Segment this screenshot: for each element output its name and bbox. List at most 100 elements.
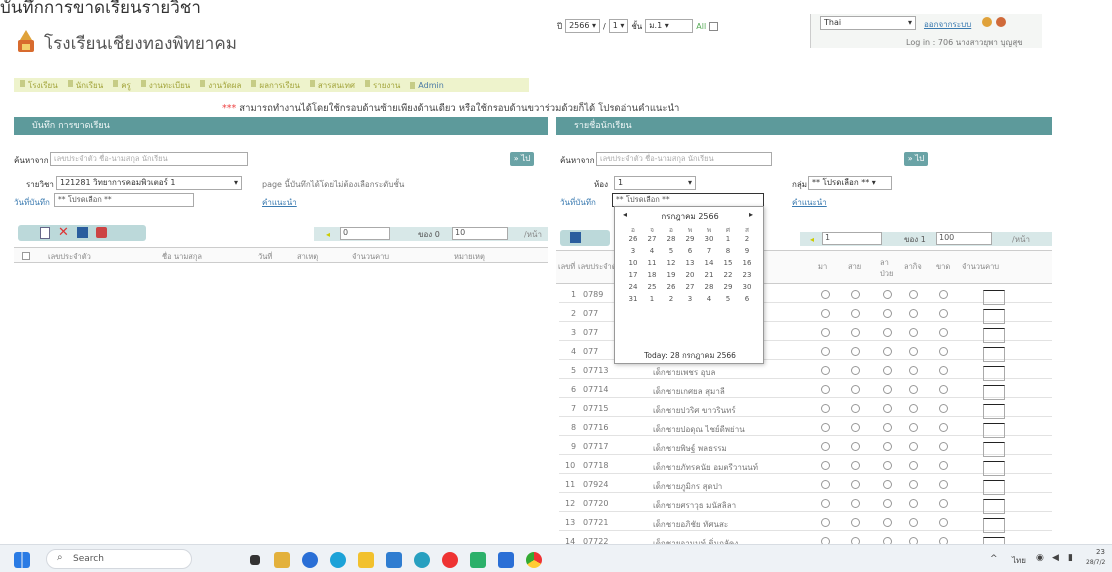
input-language[interactable]: ไทย	[1012, 554, 1026, 567]
tray-chevron-icon[interactable]: ^	[990, 554, 998, 564]
radio-absent[interactable]	[939, 442, 948, 451]
calendar-day[interactable]: 22	[720, 271, 736, 279]
menu-school[interactable]: โรงเรียน	[20, 79, 58, 92]
calendar-day[interactable]: 16	[739, 259, 755, 267]
year-select[interactable]: 2566 ▾	[565, 19, 600, 33]
radio-sick[interactable]	[883, 366, 892, 375]
radio-present[interactable]	[821, 309, 830, 318]
calendar-day[interactable]: 3	[625, 247, 641, 255]
radio-late[interactable]	[851, 518, 860, 527]
chrome-icon[interactable]	[526, 552, 542, 568]
radio-personal[interactable]	[909, 480, 918, 489]
radio-late[interactable]	[851, 328, 860, 337]
new-doc-icon[interactable]	[40, 227, 50, 239]
periods-input[interactable]	[983, 423, 1005, 438]
calendar-day[interactable]: 24	[625, 283, 641, 291]
radio-present[interactable]	[821, 461, 830, 470]
next-month-icon[interactable]: ▸	[749, 210, 753, 219]
radio-sick[interactable]	[883, 480, 892, 489]
radio-personal[interactable]	[909, 290, 918, 299]
right-per-page-input[interactable]: 100	[936, 232, 992, 245]
weather-icon[interactable]	[274, 552, 290, 568]
periods-input[interactable]	[983, 404, 1005, 419]
save-icon[interactable]	[77, 227, 88, 238]
calendar-day[interactable]: 17	[625, 271, 641, 279]
clock-time[interactable]: 23	[1096, 548, 1105, 556]
opera-icon[interactable]	[442, 552, 458, 568]
calendar-day[interactable]: 15	[720, 259, 736, 267]
radio-present[interactable]	[821, 499, 830, 508]
calendar-day[interactable]: 26	[663, 283, 679, 291]
periods-input[interactable]	[983, 290, 1005, 305]
calendar-day[interactable]: 18	[644, 271, 660, 279]
right-go-button[interactable]: » ไป	[904, 152, 928, 166]
radio-absent[interactable]	[939, 309, 948, 318]
profile-icon[interactable]	[982, 17, 992, 27]
left-help-link[interactable]: คำแนะนำ	[262, 196, 297, 209]
radio-personal[interactable]	[909, 385, 918, 394]
windows-icon[interactable]	[14, 552, 30, 568]
calendar-day[interactable]: 8	[720, 247, 736, 255]
menu-reports[interactable]: รายงาน	[364, 79, 400, 92]
radio-present[interactable]	[821, 423, 830, 432]
app-icon-3[interactable]	[414, 552, 430, 568]
periods-input[interactable]	[983, 385, 1005, 400]
radio-present[interactable]	[821, 518, 830, 527]
menu-registration[interactable]: งานทะเบียน	[140, 79, 190, 92]
radio-late[interactable]	[851, 480, 860, 489]
calendar-day[interactable]: 7	[701, 247, 717, 255]
radio-sick[interactable]	[883, 328, 892, 337]
right-save-icon[interactable]	[570, 232, 581, 243]
radio-sick[interactable]	[883, 423, 892, 432]
radio-personal[interactable]	[909, 404, 918, 413]
right-prev-icon[interactable]: ◂	[810, 235, 814, 244]
radio-present[interactable]	[821, 290, 830, 299]
menu-students[interactable]: นักเรียน	[67, 79, 103, 92]
radio-late[interactable]	[851, 290, 860, 299]
calendar-day[interactable]: 1	[644, 295, 660, 303]
periods-input[interactable]	[983, 499, 1005, 514]
radio-personal[interactable]	[909, 442, 918, 451]
taskbar-search[interactable]: ⌕ Search	[46, 549, 192, 569]
radio-sick[interactable]	[883, 347, 892, 356]
radio-absent[interactable]	[939, 366, 948, 375]
radio-absent[interactable]	[939, 404, 948, 413]
calendar-day[interactable]: 3	[682, 295, 698, 303]
calendar-day[interactable]: 14	[701, 259, 717, 267]
radio-sick[interactable]	[883, 499, 892, 508]
battery-icon[interactable]: ▮	[1068, 553, 1073, 563]
periods-input[interactable]	[983, 309, 1005, 324]
subject-select[interactable]: 121281 วิทยาการคอมพิวเตอร์ 1 ▾	[56, 176, 242, 190]
language-select[interactable]: Thai ▾	[820, 16, 916, 30]
delete-icon[interactable]: ✕	[58, 225, 69, 241]
right-help-link[interactable]: คำแนะนำ	[792, 196, 827, 209]
radio-personal[interactable]	[909, 328, 918, 337]
level-select[interactable]: ม.1 ▾	[645, 19, 694, 33]
radio-present[interactable]	[821, 480, 830, 489]
calendar-day[interactable]: 19	[663, 271, 679, 279]
calendar-day[interactable]: 6	[739, 295, 755, 303]
calendar-day[interactable]: 10	[625, 259, 641, 267]
radio-late[interactable]	[851, 385, 860, 394]
calendar-day[interactable]: 30	[739, 283, 755, 291]
calendar-day[interactable]: 27	[682, 283, 698, 291]
left-date-input[interactable]: ** โปรดเลือก **	[54, 193, 194, 207]
term-select[interactable]: 1 ▾	[608, 19, 629, 33]
left-go-button[interactable]: » ไป	[510, 152, 534, 166]
radio-absent[interactable]	[939, 290, 948, 299]
radio-personal[interactable]	[909, 461, 918, 470]
radio-present[interactable]	[821, 328, 830, 337]
calendar-today[interactable]: Today: 28 กรกฎาคม 2566	[615, 350, 765, 362]
radio-late[interactable]	[851, 309, 860, 318]
calendar-day[interactable]: 20	[682, 271, 698, 279]
calendar-day[interactable]: 1	[720, 235, 736, 243]
radio-late[interactable]	[851, 499, 860, 508]
group-select[interactable]: ** โปรดเลือก ** ▾	[808, 176, 892, 190]
right-page-input[interactable]: 1	[822, 232, 882, 245]
logout-link[interactable]: ออกจากระบบ	[924, 18, 971, 31]
radio-sick[interactable]	[883, 404, 892, 413]
radio-late[interactable]	[851, 461, 860, 470]
folder-icon[interactable]	[358, 552, 374, 568]
radio-absent[interactable]	[939, 480, 948, 489]
calendar-day[interactable]: 23	[739, 271, 755, 279]
